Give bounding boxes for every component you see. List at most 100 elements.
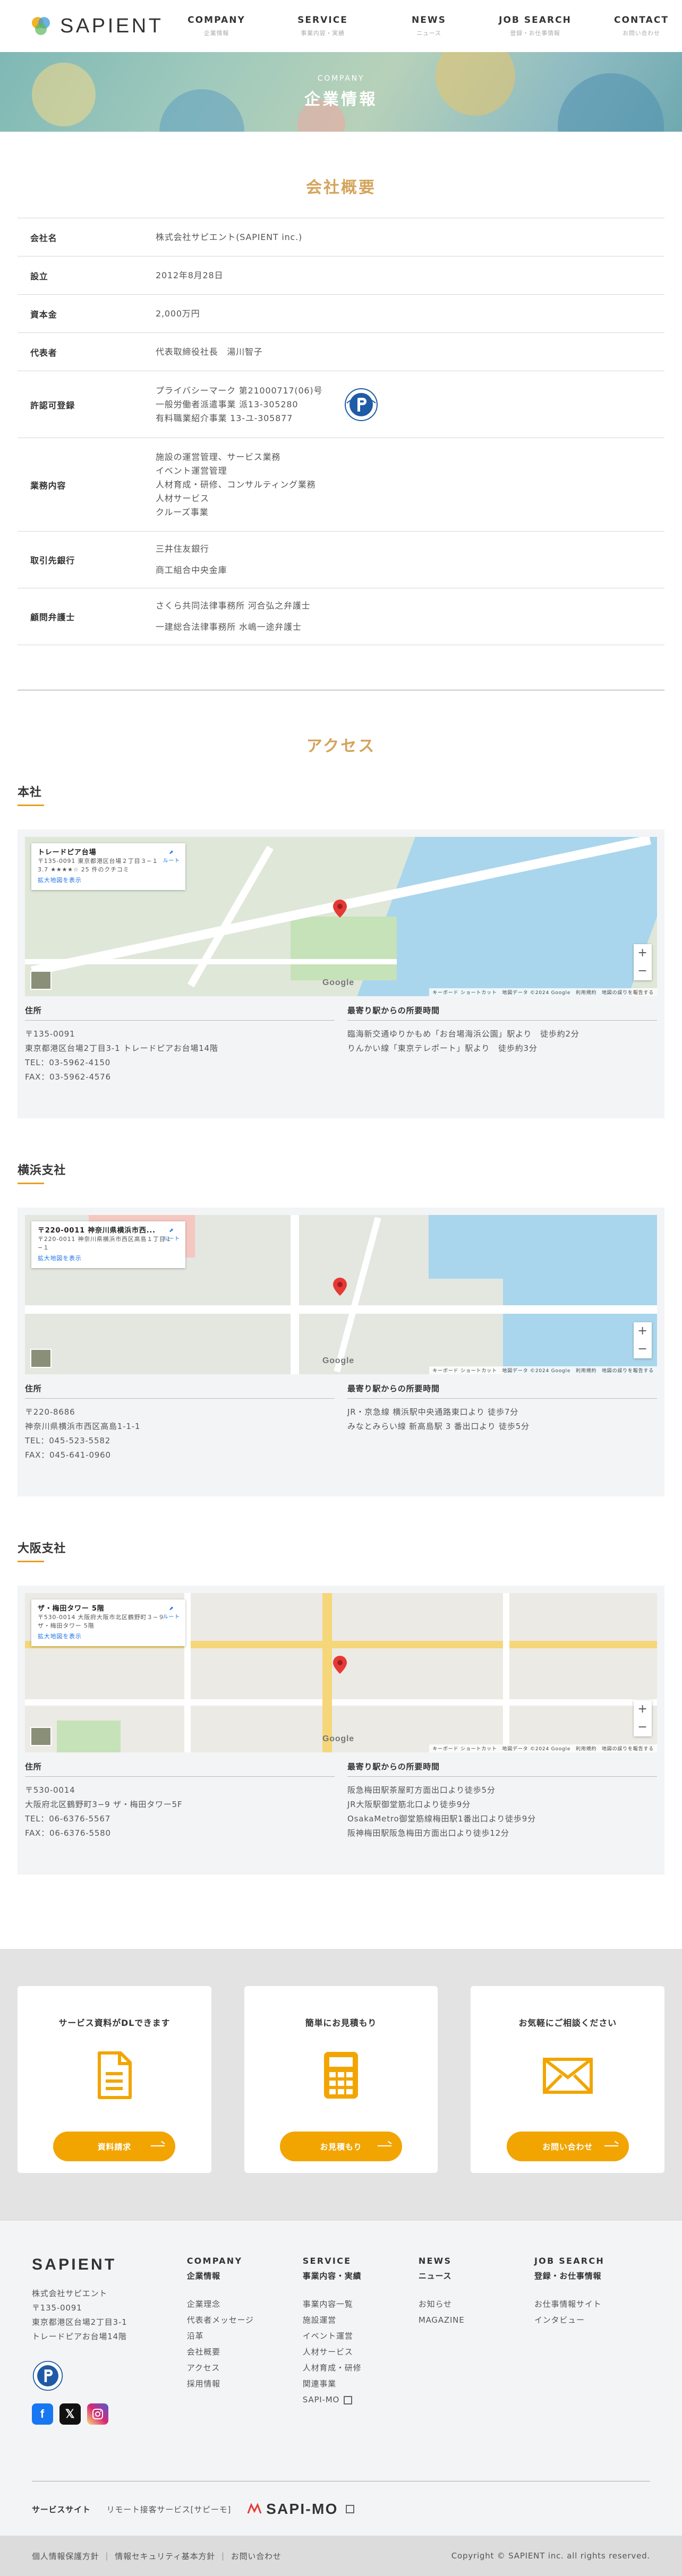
table-row: 業務内容 施設の運営管理、サービス業務 イベント運営管理 人材育成・研修、コンサ… xyxy=(18,438,664,532)
arrow-right-icon xyxy=(604,2145,618,2146)
zoom-in-button[interactable]: + xyxy=(634,944,652,962)
footer-link[interactable]: 会社概要 xyxy=(187,2344,303,2360)
footer-contact-link[interactable]: お問い合わせ xyxy=(231,2551,282,2562)
map-road xyxy=(503,1593,509,1752)
map-zoom-control: + − xyxy=(634,1700,652,1736)
address-heading: 住所 xyxy=(25,1761,335,1777)
zoom-out-button[interactable]: − xyxy=(634,1340,652,1358)
instagram-icon[interactable] xyxy=(87,2403,108,2425)
copyright: Copyright © SAPIENT inc. all rights rese… xyxy=(451,2551,650,2561)
zoom-out-button[interactable]: − xyxy=(634,962,652,980)
global-nav: COMPANY 企業情報 SERVICE 事業内容・実績 NEWS ニュース JOB … xyxy=(164,15,682,37)
privacy-policy-link[interactable]: 個人情報保護方針 xyxy=(32,2551,99,2562)
x-icon[interactable]: 𝕏 xyxy=(59,2403,81,2425)
facebook-icon[interactable]: f xyxy=(32,2403,53,2425)
privacy-mark-icon xyxy=(32,2360,63,2391)
map-place-address: 〒135-0091 東京都港区台場２丁目３−１ xyxy=(38,858,159,865)
map-road xyxy=(25,959,397,964)
station-heading: 最寄り駅からの所要時間 xyxy=(347,1005,657,1021)
map-embed[interactable]: トレードピア台場 〒135-0091 東京都港区台場２丁目３−１ 3.7 ★★★… xyxy=(25,837,657,996)
footer-link[interactable]: インタビュー xyxy=(534,2312,650,2328)
map-satellite-toggle[interactable] xyxy=(30,1349,52,1368)
cta-title: 簡単にお見積もり xyxy=(305,2018,377,2028)
map-zoom-control: + − xyxy=(634,1322,652,1358)
footer-link-sapimo[interactable]: SAPI-MO xyxy=(303,2392,419,2408)
map-directions-button[interactable]: ⬈ ルート xyxy=(163,849,180,866)
directions-icon: ⬈ xyxy=(169,1228,174,1234)
sapimo-link[interactable]: SAPI-MO xyxy=(247,2501,354,2518)
table-row: 許認可登録 プライバシーマーク 第21000717(06)号 一般労働者派遣事業… xyxy=(18,371,664,438)
nav-news[interactable]: NEWS ニュース xyxy=(376,15,482,37)
overview-title: 会社概要 xyxy=(306,178,376,197)
footer-col-subtitle: ニュース xyxy=(418,2271,452,2281)
map-enlarge-link[interactable]: 拡大地図を表示 xyxy=(38,1254,179,1263)
map-enlarge-link[interactable]: 拡大地図を表示 xyxy=(38,1632,179,1641)
footer-col-title[interactable]: COMPANY xyxy=(187,2256,303,2266)
address-line: 神奈川県横浜市西区高島1-1-1 xyxy=(25,1422,141,1431)
button-label: お見積もり xyxy=(320,2142,362,2152)
overview-table: 会社名 株式会社サピエント(SAPIENT inc.) 設立 2012年8月28日 … xyxy=(18,218,664,645)
station-line: 阪急梅田駅茶屋町方面出口より徒歩5分 xyxy=(347,1785,496,1795)
footer-col-title[interactable]: JOB SEARCH xyxy=(534,2256,650,2266)
footer-link[interactable]: 代表者メッセージ xyxy=(187,2312,303,2328)
security-policy-link[interactable]: 情報セキュリティ基本方針 xyxy=(115,2551,215,2562)
map-enlarge-link[interactable]: 拡大地図を表示 xyxy=(38,876,179,885)
footer-link[interactable]: 人材サービス xyxy=(303,2344,419,2360)
nav-label: JOB SEARCH xyxy=(499,15,572,25)
map-attribution[interactable]: キーボード ショートカット 地図データ ©2024 Google 利用規約 地図… xyxy=(429,1744,657,1752)
contact-button[interactable]: お問い合わせ xyxy=(506,2132,629,2161)
row-line: 2012年8月28日 xyxy=(156,270,224,280)
map-park xyxy=(57,1721,121,1752)
estimate-button[interactable]: お見積もり xyxy=(280,2132,402,2161)
map-water xyxy=(357,837,657,996)
footer-link[interactable]: イベント運営 xyxy=(303,2328,419,2344)
map-attribution[interactable]: キーボード ショートカット 地図データ ©2024 Google 利用規約 地図… xyxy=(429,988,657,996)
nav-sublabel: お問い合わせ xyxy=(623,30,660,37)
station-line: 阪神梅田駅阪急梅田方面出口より徒歩12分 xyxy=(347,1828,509,1838)
nav-service[interactable]: SERVICE 事業内容・実績 xyxy=(270,15,376,37)
footer-link[interactable]: MAGAZINE xyxy=(419,2312,534,2328)
site-logo[interactable]: SAPIENT xyxy=(29,14,164,38)
request-materials-button[interactable]: 資料請求 xyxy=(53,2132,176,2161)
footer-col-title[interactable]: NEWS xyxy=(419,2256,534,2266)
google-logo: Google xyxy=(322,978,354,987)
nav-label: COMPANY xyxy=(187,15,245,25)
row-key: 顧問弁護士 xyxy=(18,588,156,645)
footer-link[interactable]: 人材育成・研修 xyxy=(303,2360,419,2376)
arrow-right-icon xyxy=(151,2145,165,2146)
zoom-in-button[interactable]: + xyxy=(634,1700,652,1718)
cta-card-document: サービス資料がDLできます 資料請求 xyxy=(18,1986,211,2173)
footer-link[interactable]: 採用情報 xyxy=(187,2376,303,2392)
map-attribution[interactable]: キーボード ショートカット 地図データ ©2024 Google 利用規約 地図… xyxy=(429,1366,657,1374)
map-embed[interactable]: 〒220-0011 神奈川県横浜市西... 〒220-0011 神奈川県横浜市西… xyxy=(25,1215,657,1374)
station-line: みなとみらい線 新高島駅 3 番出口より 徒歩5分 xyxy=(347,1422,530,1431)
footer-logo[interactable]: SAPIENT xyxy=(32,2256,116,2273)
footer-link[interactable]: 事業内容一覧 xyxy=(303,2296,419,2312)
footer-link[interactable]: 企業理念 xyxy=(187,2296,303,2312)
nav-contact[interactable]: CONTACT お問い合わせ xyxy=(589,15,682,37)
footer-link[interactable]: 施設運営 xyxy=(303,2312,419,2328)
nav-company[interactable]: COMPANY 企業情報 xyxy=(164,15,270,37)
footer-col-subtitle: 事業内容・実績 xyxy=(302,2271,362,2281)
footer-link[interactable]: お知らせ xyxy=(419,2296,534,2312)
footer-link[interactable]: 関連事業 xyxy=(303,2376,419,2392)
station-heading: 最寄り駅からの所要時間 xyxy=(347,1383,657,1399)
map-directions-button[interactable]: ⬈ ルート xyxy=(163,1227,180,1244)
footer-col-title[interactable]: SERVICE xyxy=(303,2256,419,2266)
map-satellite-toggle[interactable] xyxy=(30,1727,52,1746)
nav-job-search[interactable]: JOB SEARCH 登録・お仕事情報 xyxy=(482,15,589,37)
address-column: 住所 〒530-0014 大阪府北区鶴野町3−9 ザ・梅田タワー5F TEL：0… xyxy=(25,1761,335,1841)
map-directions-button[interactable]: ⬈ ルート xyxy=(163,1605,180,1622)
document-icon xyxy=(98,2051,132,2099)
map-embed[interactable]: ザ・梅田タワー 5階 〒530-0014 大阪府大阪市北区鶴野町３−９ ザ・梅田… xyxy=(25,1593,657,1752)
cta-section: サービス資料がDLできます 資料請求 簡単にお見積もり お見積もり お気軽にご相… xyxy=(0,1949,682,2221)
footer-link[interactable]: お仕事情報サイト xyxy=(534,2296,650,2312)
zoom-out-button[interactable]: − xyxy=(634,1718,652,1736)
separator: | xyxy=(221,2551,225,2561)
map-satellite-toggle[interactable] xyxy=(30,971,52,990)
footer-link[interactable]: 沿革 xyxy=(187,2328,303,2344)
zoom-in-button[interactable]: + xyxy=(634,1322,652,1340)
station-column: 最寄り駅からの所要時間 臨海新交通ゆりかもめ「お台場海浜公園」駅より 徒歩約2分… xyxy=(347,1005,657,1084)
row-key: 取引先銀行 xyxy=(18,531,156,588)
footer-link[interactable]: アクセス xyxy=(187,2360,303,2376)
